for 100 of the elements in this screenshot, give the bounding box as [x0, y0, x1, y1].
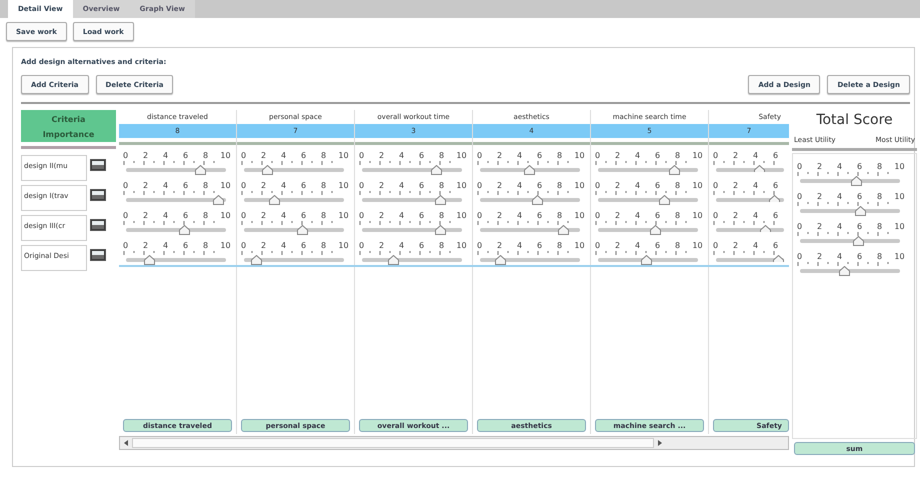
slider-thumb[interactable]: [760, 225, 771, 232]
scale-label: 8: [876, 252, 884, 262]
scale-label: 4: [836, 192, 844, 202]
scale-label: 0: [122, 211, 130, 221]
slider-thumb[interactable]: [669, 165, 680, 175]
scale-label: 6: [654, 181, 662, 191]
scale-label: 4: [398, 181, 406, 191]
scale-label: 4: [398, 211, 406, 221]
scale-label: 2: [260, 181, 268, 191]
scale-label: 2: [732, 151, 740, 161]
picture-icon[interactable]: [90, 159, 106, 171]
scale-label: 10: [220, 151, 231, 161]
slider-track[interactable]: [126, 258, 226, 262]
slider-thumb[interactable]: [213, 195, 224, 205]
scale-label: 4: [752, 211, 760, 221]
slider-track[interactable]: [244, 198, 344, 202]
slider-thumb[interactable]: [558, 225, 570, 235]
slider-thumb[interactable]: [430, 165, 442, 175]
horizontal-scrollbar[interactable]: [119, 436, 789, 450]
slider-track[interactable]: [598, 198, 698, 202]
slider-thumb[interactable]: [434, 195, 446, 205]
slider-track[interactable]: [480, 258, 580, 262]
scale-label: 6: [300, 241, 308, 251]
criteria-label: Criteria: [52, 115, 86, 124]
slider-track[interactable]: [244, 168, 344, 172]
scale-label: 10: [220, 211, 231, 221]
slider-track[interactable]: [362, 258, 462, 262]
slider-track[interactable]: [244, 228, 344, 232]
scale-label: 6: [418, 211, 426, 221]
scale-label: 2: [142, 151, 150, 161]
slider-thumb[interactable]: [769, 195, 780, 202]
slider-track[interactable]: [362, 228, 462, 232]
slider-thumb[interactable]: [524, 165, 535, 175]
scale-label: 4: [634, 181, 642, 191]
scale-label: 8: [876, 162, 884, 172]
scale-label: 10: [894, 192, 905, 202]
scale-label: 0: [796, 162, 804, 172]
scale-label: 10: [692, 211, 703, 221]
slider-thumb[interactable]: [850, 176, 862, 186]
scale-label: 0: [122, 151, 130, 161]
slider-thumb[interactable]: [434, 225, 446, 235]
slider-track[interactable]: [598, 228, 698, 232]
scale-label: 2: [260, 211, 268, 221]
slider-thumb[interactable]: [650, 225, 661, 235]
slider-thumb[interactable]: [754, 165, 765, 172]
slider-track[interactable]: [244, 258, 344, 262]
scale-label: 6: [536, 151, 544, 161]
slider-track[interactable]: [126, 228, 226, 232]
slider-thumb[interactable]: [195, 165, 206, 175]
slider-track[interactable]: [716, 168, 784, 172]
slider-track[interactable]: [716, 228, 784, 232]
scroll-right-icon[interactable]: [657, 440, 663, 446]
slider-track[interactable]: [126, 168, 226, 172]
slider-track[interactable]: [480, 198, 580, 202]
slider-thumb[interactable]: [268, 195, 280, 205]
slider-thumb[interactable]: [658, 195, 670, 205]
slider-track[interactable]: [800, 179, 900, 183]
slider-track[interactable]: [362, 198, 462, 202]
slider-track[interactable]: [598, 168, 698, 172]
scale-label: 4: [836, 252, 844, 262]
slider-thumb[interactable]: [839, 266, 850, 276]
scale-label: 4: [516, 241, 524, 251]
scale-label: 2: [378, 181, 386, 191]
picture-icon[interactable]: [90, 189, 106, 201]
slider-thumb[interactable]: [178, 225, 190, 235]
slider-track[interactable]: [362, 168, 462, 172]
scale-label: 0: [240, 151, 248, 161]
slider-track[interactable]: [480, 168, 580, 172]
scale-label: 8: [674, 181, 682, 191]
slider-thumb[interactable]: [855, 206, 866, 216]
slider-thumb[interactable]: [773, 255, 784, 262]
slider-track[interactable]: [716, 198, 784, 202]
scale-label: 6: [536, 181, 544, 191]
scale-label: 2: [378, 211, 386, 221]
slider-track[interactable]: [126, 198, 226, 202]
scale-label: 10: [220, 181, 231, 191]
importance-label: Importance: [42, 130, 94, 139]
slider-track[interactable]: [480, 228, 580, 232]
scale-label: 4: [752, 241, 760, 251]
scale-label: 2: [260, 151, 268, 161]
slider-thumb[interactable]: [532, 195, 543, 205]
slider-thumb[interactable]: [853, 236, 864, 246]
slider-track[interactable]: [800, 239, 900, 243]
scale-label: 2: [496, 241, 504, 251]
scale-label: 6: [182, 181, 190, 191]
slider-track[interactable]: [800, 209, 900, 213]
scale-label: 8: [876, 192, 884, 202]
slider-track[interactable]: [598, 258, 698, 262]
slider-thumb[interactable]: [262, 165, 273, 175]
scroll-left-icon[interactable]: [123, 440, 129, 446]
picture-icon[interactable]: [90, 219, 106, 231]
slider-track[interactable]: [800, 269, 900, 273]
scale-label: 6: [856, 162, 864, 172]
scale-label: 2: [732, 211, 740, 221]
scale-label: 10: [574, 211, 585, 221]
slider-thumb[interactable]: [296, 225, 308, 235]
picture-icon[interactable]: [90, 249, 106, 261]
scale-label: 8: [202, 181, 210, 191]
scale-label: 2: [614, 211, 622, 221]
scale-label: 2: [816, 252, 824, 262]
